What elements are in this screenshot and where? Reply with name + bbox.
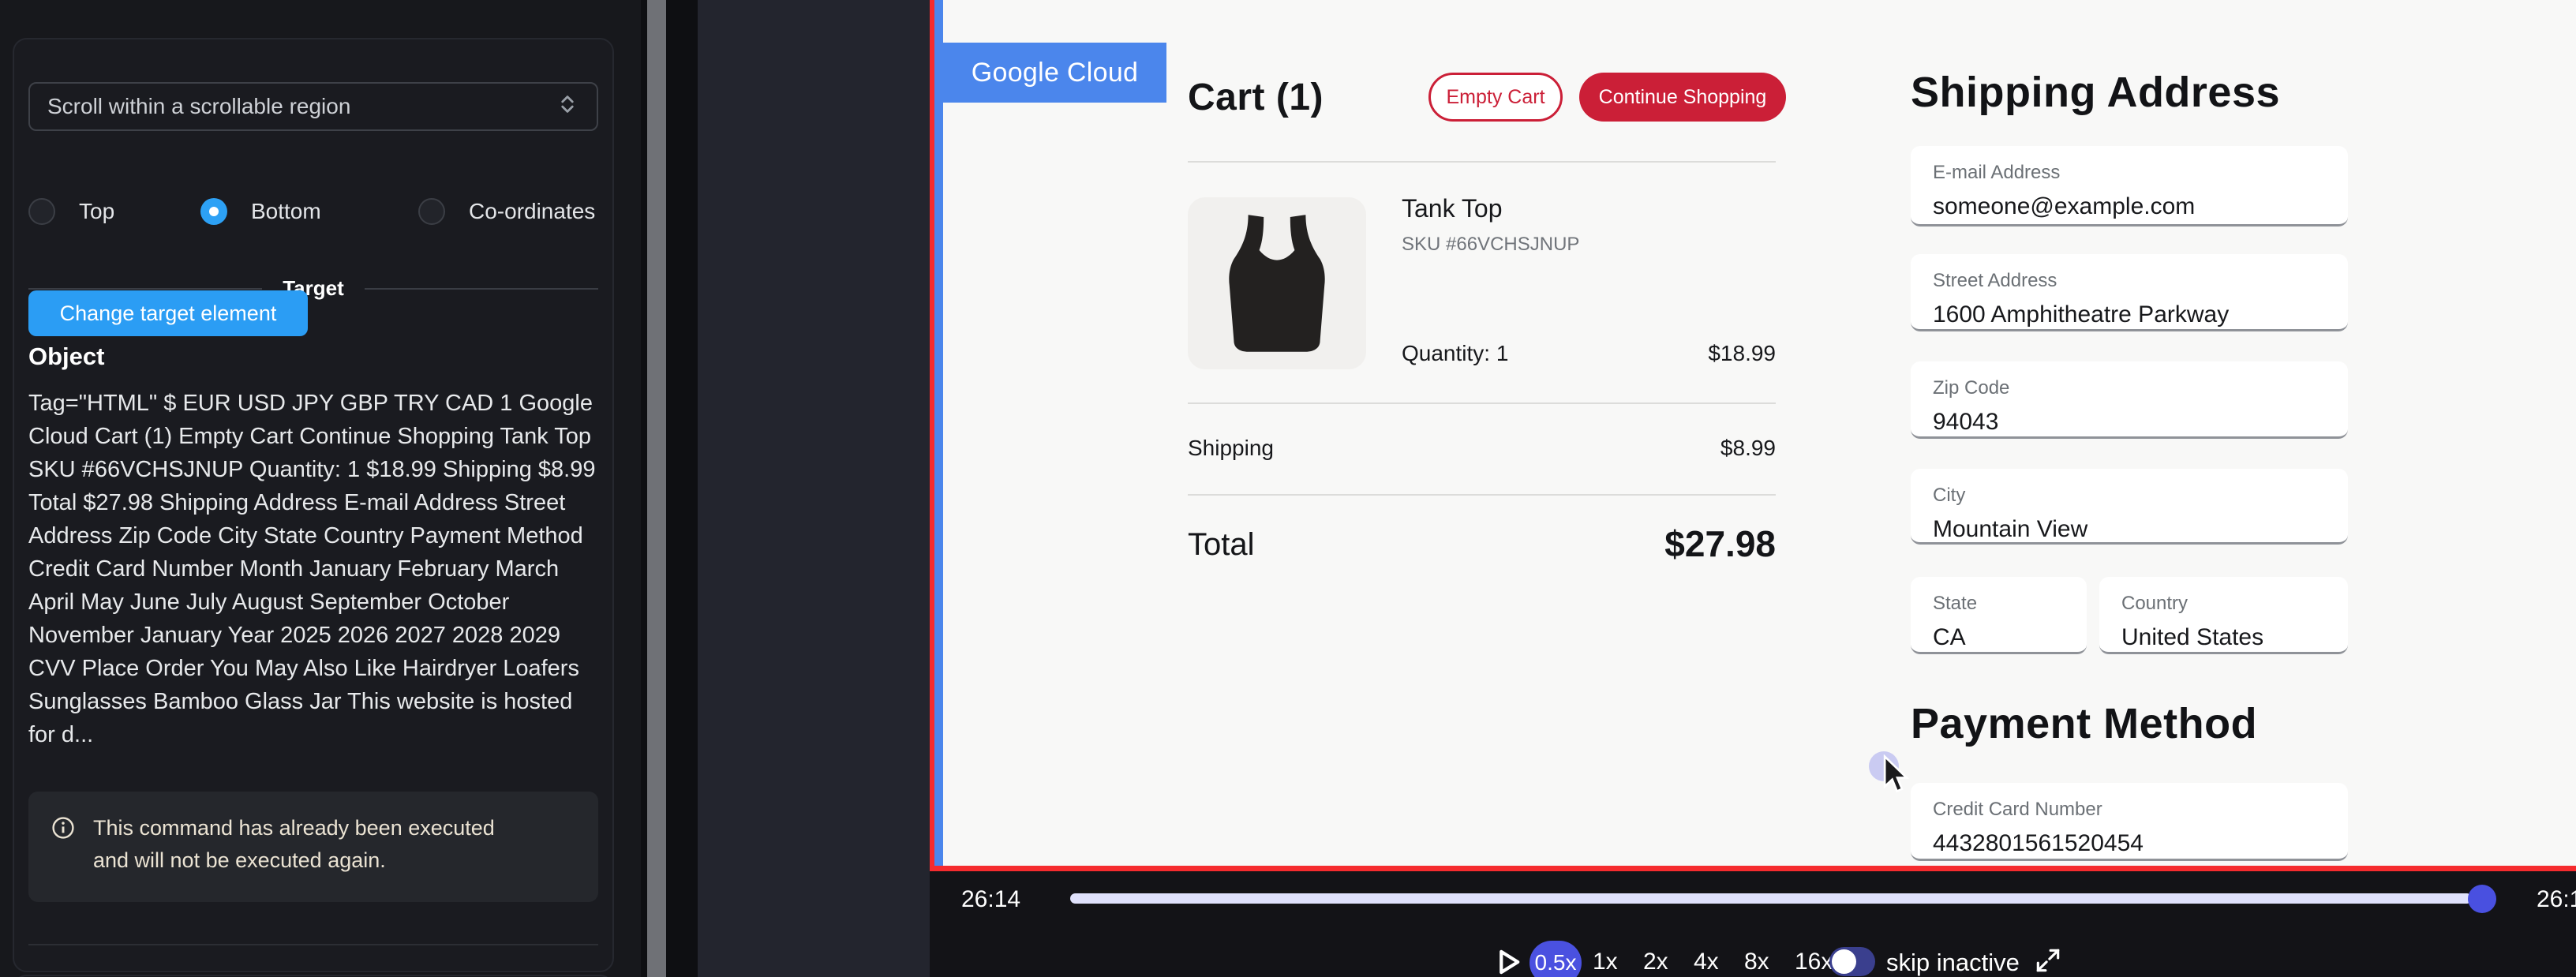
info-icon <box>51 815 76 882</box>
speed-1x-button[interactable]: 1x <box>1593 949 1618 975</box>
execution-notice: This command has already been executed a… <box>28 792 598 902</box>
current-time: 26:14 <box>961 886 1020 913</box>
product-sku: SKU #66VCHSJNUP <box>1402 234 1579 256</box>
radio-circle-top[interactable] <box>28 198 55 225</box>
country-value: United States <box>2121 624 2348 651</box>
app-root: Scroll within a scrollable region Top Bo… <box>0 0 2576 977</box>
skip-inactive-label: skip inactive <box>1886 949 2020 977</box>
speed-0-5x-button[interactable]: 0.5x <box>1530 941 1582 977</box>
state-field[interactable]: State CA <box>1911 577 2087 654</box>
element-highlight-border <box>934 0 943 868</box>
radio-circle-bottom[interactable] <box>200 198 227 225</box>
radio-top[interactable]: Top <box>28 198 114 225</box>
product-name: Tank Top <box>1402 194 1503 223</box>
radio-bottom[interactable]: Bottom <box>200 198 321 225</box>
change-target-button[interactable]: Change target element <box>28 290 308 336</box>
street-address-label: Street Address <box>1933 270 2348 292</box>
player-bar: 26:14 26:1 0.5x 1x 2x 4x 8x 16x skip ina… <box>930 871 2576 977</box>
continue-shopping-button[interactable]: Continue Shopping <box>1579 73 1786 122</box>
speed-2x-button[interactable]: 2x <box>1643 949 1668 975</box>
divider-line <box>28 288 262 290</box>
email-field-label: E-mail Address <box>1933 162 2348 184</box>
fullscreen-expand-icon[interactable] <box>2033 945 2063 977</box>
object-heading: Object <box>28 343 104 371</box>
shipping-address-heading: Shipping Address <box>1911 68 2280 117</box>
end-time: 26:1 <box>2537 886 2576 913</box>
cart-divider <box>1188 402 1776 404</box>
product-price: $18.99 <box>1188 341 1776 366</box>
country-label: Country <box>2121 593 2348 615</box>
shipping-row-value: $8.99 <box>1188 436 1776 461</box>
viewport-border-bottom <box>930 866 2576 871</box>
sidebar-scrollbar <box>641 0 698 977</box>
cart-divider <box>1188 161 1776 163</box>
speed-8x-button[interactable]: 8x <box>1744 949 1769 975</box>
scrollbar-thumb[interactable] <box>647 0 666 977</box>
command-type-select[interactable]: Scroll within a scrollable region <box>28 82 598 131</box>
divider-line <box>365 288 598 290</box>
city-value: Mountain View <box>1933 516 2348 543</box>
cart-divider <box>1188 494 1776 496</box>
state-label: State <box>1933 593 2087 615</box>
credit-card-value: 4432801561520454 <box>1933 830 2348 857</box>
site-logo-badge[interactable]: Google Cloud <box>943 43 1166 103</box>
zip-code-label: Zip Code <box>1933 377 2348 399</box>
state-value: CA <box>1933 624 2087 651</box>
progress-knob[interactable] <box>2468 885 2496 913</box>
execution-notice-text: This command has already been executed a… <box>93 812 519 882</box>
payment-method-heading: Payment Method <box>1911 699 2257 748</box>
command-type-value: Scroll within a scrollable region <box>47 94 350 119</box>
zip-code-field[interactable]: Zip Code 94043 <box>1911 361 2348 439</box>
mouse-pointer-icon <box>1881 754 1911 801</box>
viewport-border-left <box>930 0 934 871</box>
tank-top-graphic <box>1209 206 1345 361</box>
sidebar-divider <box>28 944 598 945</box>
total-row-value: $27.98 <box>1188 522 1776 565</box>
city-field[interactable]: City Mountain View <box>1911 469 2348 545</box>
radio-circle-coordinates[interactable] <box>418 198 445 225</box>
email-field-value: someone@example.com <box>1933 193 2348 220</box>
progress-bar[interactable] <box>1070 893 2472 904</box>
toggle-knob <box>1832 949 1856 974</box>
cart-title: Cart (1) <box>1188 76 1324 119</box>
radio-label-top: Top <box>79 199 114 224</box>
unfold-chevron-icon <box>556 92 579 122</box>
credit-card-label: Credit Card Number <box>1933 799 2348 821</box>
empty-cart-button[interactable]: Empty Cart <box>1428 73 1563 122</box>
radio-label-coordinates: Co-ordinates <box>469 199 595 224</box>
street-address-field[interactable]: Street Address 1600 Amphitheatre Parkway <box>1911 254 2348 331</box>
play-button[interactable] <box>1492 945 1525 977</box>
country-field[interactable]: Country United States <box>2099 577 2348 654</box>
email-field[interactable]: E-mail Address someone@example.com <box>1911 146 2348 226</box>
object-text: Tag="HTML" $ EUR USD JPY GBP TRY CAD 1 G… <box>28 387 601 751</box>
city-label: City <box>1933 485 2348 507</box>
speed-16x-button[interactable]: 16x <box>1795 949 1833 975</box>
credit-card-field[interactable]: Credit Card Number 4432801561520454 <box>1911 783 2348 861</box>
speed-4x-button[interactable]: 4x <box>1694 949 1719 975</box>
radio-coordinates[interactable]: Co-ordinates <box>418 198 595 225</box>
street-address-value: 1600 Amphitheatre Parkway <box>1933 301 2348 328</box>
zip-code-value: 94043 <box>1933 409 2348 436</box>
command-panel: Scroll within a scrollable region Top Bo… <box>13 38 614 972</box>
skip-inactive-toggle[interactable] <box>1829 947 1875 976</box>
radio-label-bottom: Bottom <box>251 199 321 224</box>
